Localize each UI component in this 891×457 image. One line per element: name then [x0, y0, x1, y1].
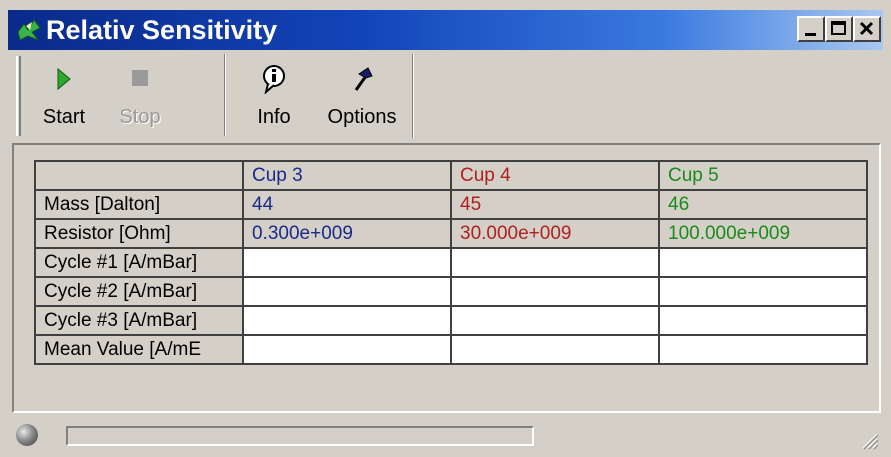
toolbar-separator [224, 54, 226, 136]
maximize-icon [831, 21, 846, 35]
table-row: Cycle #2 [A/mBar] [34, 276, 868, 307]
close-button[interactable] [853, 16, 881, 42]
cycle-3-cup-4[interactable] [450, 305, 660, 336]
minimize-button[interactable] [797, 16, 825, 42]
maximize-button[interactable] [825, 16, 853, 42]
row-label: Cycle #3 [A/mBar] [34, 305, 244, 336]
start-label: Start [42, 106, 86, 128]
mass-cup-4[interactable]: 45 [450, 189, 660, 220]
resistor-cup-5[interactable]: 100.000e+009 [658, 218, 868, 249]
relativ-sensitivity-window: Relativ Sensitivity Start Stop Info Opti… [0, 0, 891, 457]
table-header-row: Cup 3 Cup 4 Cup 5 [34, 160, 868, 191]
progress-bar [66, 426, 534, 446]
column-header-cup-5: Cup 5 [658, 160, 868, 191]
table-row: Cycle #3 [A/mBar] [34, 305, 868, 336]
stop-icon [100, 64, 180, 94]
cycle-1-cup-3[interactable] [242, 247, 452, 278]
minimize-icon [805, 33, 816, 36]
toolbar: Start Stop Info Options [8, 52, 883, 140]
cycle-2-cup-3[interactable] [242, 276, 452, 307]
cycle-3-cup-5[interactable] [658, 305, 868, 336]
cycle-2-cup-4[interactable] [450, 276, 660, 307]
toolbar-grip[interactable] [16, 56, 21, 136]
stop-label: Stop [119, 106, 161, 128]
sensitivity-table: Cup 3 Cup 4 Cup 5 Mass [Dalton] 44 45 46… [34, 160, 868, 365]
toolbar-end [412, 54, 414, 138]
row-label: Resistor [Ohm] [34, 218, 244, 249]
hammer-icon [316, 64, 408, 94]
app-icon [16, 18, 42, 42]
row-label: Mass [Dalton] [34, 189, 244, 220]
corner-cell [34, 160, 244, 191]
title-bar[interactable]: Relativ Sensitivity [8, 10, 883, 50]
row-label: Mean Value [A/mE [34, 334, 244, 365]
column-header-cup-4: Cup 4 [450, 160, 660, 191]
info-label: Info [257, 106, 291, 128]
mean-cup-4[interactable] [450, 334, 660, 365]
table-row: Mean Value [A/mE [34, 334, 868, 365]
row-label: Cycle #1 [A/mBar] [34, 247, 244, 278]
info-icon [240, 64, 308, 95]
cycle-1-cup-4[interactable] [450, 247, 660, 278]
play-icon [28, 64, 100, 94]
status-led-icon [16, 424, 38, 446]
row-label: Cycle #2 [A/mBar] [34, 276, 244, 307]
info-button[interactable]: Info [240, 56, 308, 134]
resistor-cup-4[interactable]: 30.000e+009 [450, 218, 660, 249]
mass-cup-3[interactable]: 44 [242, 189, 452, 220]
mean-cup-5[interactable] [658, 334, 868, 365]
mass-cup-5[interactable]: 46 [658, 189, 868, 220]
start-button[interactable]: Start [28, 56, 100, 134]
status-bar [8, 418, 883, 454]
close-icon [859, 21, 874, 36]
resize-grip-icon[interactable] [859, 430, 879, 450]
options-label: Options [327, 106, 397, 128]
options-button[interactable]: Options [316, 56, 408, 134]
cycle-2-cup-5[interactable] [658, 276, 868, 307]
table-row: Resistor [Ohm] 0.300e+009 30.000e+009 10… [34, 218, 868, 249]
stop-button: Stop [100, 56, 180, 134]
table-row: Mass [Dalton] 44 45 46 [34, 189, 868, 220]
window-title: Relativ Sensitivity [46, 15, 278, 45]
table-row: Cycle #1 [A/mBar] [34, 247, 868, 278]
cycle-3-cup-3[interactable] [242, 305, 452, 336]
cycle-1-cup-5[interactable] [658, 247, 868, 278]
mean-cup-3[interactable] [242, 334, 452, 365]
resistor-cup-3[interactable]: 0.300e+009 [242, 218, 452, 249]
column-header-cup-3: Cup 3 [242, 160, 452, 191]
